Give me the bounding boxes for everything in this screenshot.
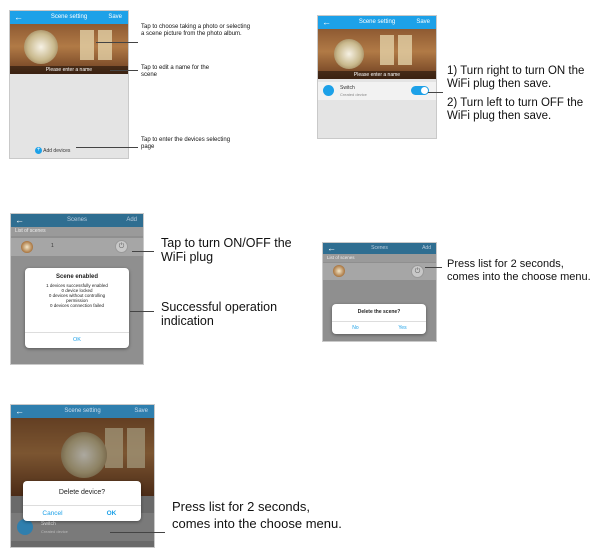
callout-line <box>110 532 165 533</box>
add-button[interactable]: Add <box>422 245 431 251</box>
callout-name: Tap to edit a name for the scene <box>141 65 210 78</box>
callout-line <box>132 251 154 252</box>
delete-scene-dialog: Delete the scene? No Yes <box>332 304 426 334</box>
dialog-title: Delete device? <box>58 489 106 496</box>
switch-toggle[interactable] <box>411 86 429 95</box>
callout-line <box>428 92 443 93</box>
dialog-line: 0 devices without controlling permission <box>48 293 106 303</box>
callout-toggle: Tap to turn ON/OFF the WiFi plug <box>161 236 292 264</box>
save-button[interactable]: Save <box>108 14 122 20</box>
add-devices-label: Add devices <box>43 148 71 154</box>
dialog-title: Scene enabled <box>55 274 99 280</box>
window-decor <box>98 30 112 60</box>
callout-success: Successful operation indication <box>161 300 278 328</box>
toggle-knob <box>421 87 428 94</box>
bulb-icon <box>323 85 334 96</box>
note-turn-off: 2) Turn left to turn OFF the WiFi plug t… <box>447 97 584 122</box>
callout-press-device-2: comes into the choose menu. <box>172 516 342 531</box>
power-icon[interactable]: ⏻ <box>411 265 424 278</box>
chandelier-image <box>24 30 58 64</box>
callout-press-device-1: Press list for 2 seconds, <box>172 499 310 514</box>
scene-list-item[interactable]: 1 ⏻ <box>11 238 143 256</box>
scene-photo[interactable]: Please enter a name <box>10 24 128 74</box>
chandelier-image <box>334 39 364 69</box>
save-button[interactable]: Save <box>416 19 430 25</box>
window-decor <box>398 35 412 65</box>
scene-enabled-dialog: Scene enabled 1 devices successfully ena… <box>25 268 129 348</box>
note-turn-on: 1) Turn right to turn ON the WiFi plug t… <box>447 65 585 90</box>
device-row[interactable]: Switch Created device <box>318 82 436 100</box>
scene-thumbnail <box>333 265 345 277</box>
delete-device-dialog: Delete device? Cancel OK <box>23 481 141 521</box>
screen-title: Scenes <box>371 245 388 251</box>
add-button[interactable]: Add <box>126 217 137 223</box>
cancel-button[interactable]: Cancel <box>23 506 82 521</box>
scene-setting-delete-screen: ← Scene setting Save Switch Created devi… <box>10 404 155 548</box>
dialog-buttons: No Yes <box>332 321 426 334</box>
list-header: List of scenes <box>323 254 436 262</box>
dialog-title: Delete the scene? <box>357 309 401 315</box>
callout-line <box>130 311 154 312</box>
title-bar: ← Scene setting Save <box>11 405 154 418</box>
scene-photo[interactable]: Please enter a name <box>318 29 436 79</box>
bulb-icon <box>17 519 33 535</box>
callout-line <box>96 42 138 43</box>
scene-setting-screen-switch: ← Scene setting Save Please enter a name… <box>317 15 437 139</box>
device-sub: Created device <box>41 529 68 534</box>
device-sub: Created device <box>340 92 367 97</box>
scenes-list-screen: ← Scenes Add List of scenes 1 ⏻ Scene en… <box>10 213 144 365</box>
scene-list-item[interactable]: ⏻ <box>323 263 436 280</box>
callout-photo: Tap to choose taking a photo or selectin… <box>141 24 251 37</box>
callout-press-scene: Press list for 2 seconds, comes into the… <box>447 258 591 283</box>
chandelier-image <box>61 432 107 478</box>
scene-item-label: 1 <box>51 243 54 249</box>
ok-button[interactable]: OK <box>25 332 129 348</box>
scene-thumbnail <box>21 241 33 253</box>
scene-setting-screen: ← Scene setting Save Please enter a name… <box>9 10 129 159</box>
device-label: Switch <box>41 521 56 527</box>
list-header: List of scenes <box>11 227 143 236</box>
screen-title: Scenes <box>66 217 87 223</box>
no-button[interactable]: No <box>332 322 379 334</box>
save-button[interactable]: Save <box>134 408 148 414</box>
window-decor <box>127 428 145 468</box>
scenes-delete-screen: ← Scenes Add List of scenes ⏻ Delete the… <box>322 242 437 342</box>
window-decor <box>380 35 394 65</box>
device-label: Switch <box>340 85 355 91</box>
yes-button[interactable]: Yes <box>379 322 426 334</box>
plus-circle-icon: + <box>35 147 42 155</box>
callout-line <box>110 70 138 71</box>
title-bar: ← Scenes Add <box>11 214 143 227</box>
screen-title: Scene setting <box>64 408 101 414</box>
callout-devices: Tap to enter the devices selecting page <box>141 137 231 150</box>
dialog-line: 0 devices connection failed <box>49 303 105 308</box>
callout-line <box>425 267 442 268</box>
window-decor <box>80 30 94 60</box>
scene-name-input[interactable]: Please enter a name <box>318 71 436 79</box>
power-icon[interactable]: ⏻ <box>115 240 128 253</box>
window-decor <box>105 428 123 468</box>
title-bar: ← Scenes Add <box>323 243 436 254</box>
title-bar: ← Scene setting Save <box>10 11 128 24</box>
title-bar: ← Scene setting Save <box>318 16 436 29</box>
ok-button[interactable]: OK <box>82 506 141 521</box>
callout-line <box>76 147 138 148</box>
dialog-buttons: Cancel OK <box>23 505 141 521</box>
add-devices-button[interactable]: + Add devices <box>35 147 85 155</box>
